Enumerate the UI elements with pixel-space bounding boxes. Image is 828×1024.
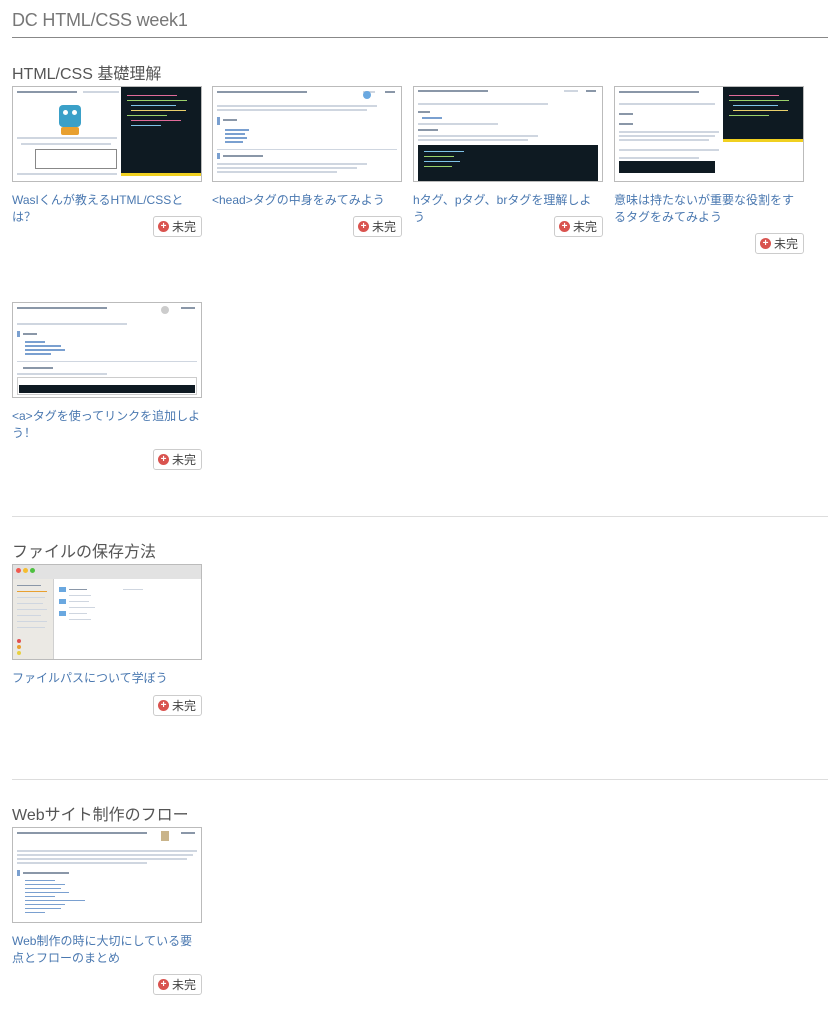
status-label: 未完 (171, 978, 196, 992)
lesson-card: <a>タグを使ってリンクを追加しよう！ + 未完 (12, 302, 202, 470)
lesson-card: 意味は持たないが重要な役割をするタグをみてみよう + 未完 (614, 86, 804, 254)
plus-circle-icon: + (157, 454, 169, 465)
incomplete-status-button[interactable]: + 未完 (152, 695, 202, 716)
incomplete-status-button[interactable]: + 未完 (152, 974, 202, 995)
lesson-thumbnail[interactable] (413, 86, 603, 182)
status-label: 未完 (773, 237, 798, 251)
section-title: HTML/CSS 基礎理解 (12, 66, 162, 83)
status-label: 未完 (572, 220, 597, 234)
folder-icon (59, 587, 66, 592)
incomplete-status-button[interactable]: + 未完 (754, 233, 804, 254)
lesson-thumbnail[interactable] (12, 564, 202, 660)
section-title: ファイルの保存方法 (12, 544, 157, 561)
title-divider (12, 37, 828, 38)
plus-circle-icon: + (759, 238, 771, 249)
plus-circle-icon: + (357, 221, 369, 232)
lesson-title-link[interactable]: 意味は持たないが重要な役割をするタグをみてみよう (614, 192, 804, 226)
incomplete-status-button[interactable]: + 未完 (152, 216, 202, 237)
lesson-card: ファイルパスについて学ぼう + 未完 (12, 564, 202, 716)
plus-circle-icon: + (157, 979, 169, 990)
section-divider (12, 516, 828, 517)
lesson-card: <head>タグの中身をみてみよう + 未完 (212, 86, 402, 237)
lesson-thumbnail[interactable] (614, 86, 804, 182)
section-divider (12, 779, 828, 780)
status-label: 未完 (171, 220, 196, 234)
lesson-title-link[interactable]: <a>タグを使ってリンクを追加しよう！ (12, 408, 202, 442)
status-label: 未完 (171, 453, 196, 467)
lesson-thumbnail[interactable] (12, 302, 202, 398)
lesson-thumbnail[interactable] (212, 86, 402, 182)
plus-circle-icon: + (157, 700, 169, 711)
incomplete-status-button[interactable]: + 未完 (352, 216, 402, 237)
page-title: DC HTML/CSS week1 (12, 10, 188, 30)
lesson-title-link[interactable]: <head>タグの中身をみてみよう (212, 192, 402, 209)
lesson-thumbnail[interactable] (12, 86, 202, 182)
status-label: 未完 (171, 699, 196, 713)
lesson-title-link[interactable]: Web制作の時に大切にしている要点とフローのまとめ (12, 933, 202, 967)
lesson-thumbnail[interactable] (12, 827, 202, 923)
incomplete-status-button[interactable]: + 未完 (152, 449, 202, 470)
status-label: 未完 (371, 220, 396, 234)
plus-circle-icon: + (558, 221, 570, 232)
robot-icon (59, 105, 81, 127)
lesson-card: Web制作の時に大切にしている要点とフローのまとめ + 未完 (12, 827, 202, 995)
lesson-title-link[interactable]: ファイルパスについて学ぼう (12, 670, 202, 687)
plus-circle-icon: + (157, 221, 169, 232)
lesson-card: hタグ、pタグ、brタグを理解しよう + 未完 (413, 86, 603, 237)
lesson-card: WasIくんが教えるHTML/CSSとは？ + 未完 (12, 86, 202, 237)
section-title: Webサイト制作のフロー (12, 807, 189, 824)
incomplete-status-button[interactable]: + 未完 (553, 216, 603, 237)
